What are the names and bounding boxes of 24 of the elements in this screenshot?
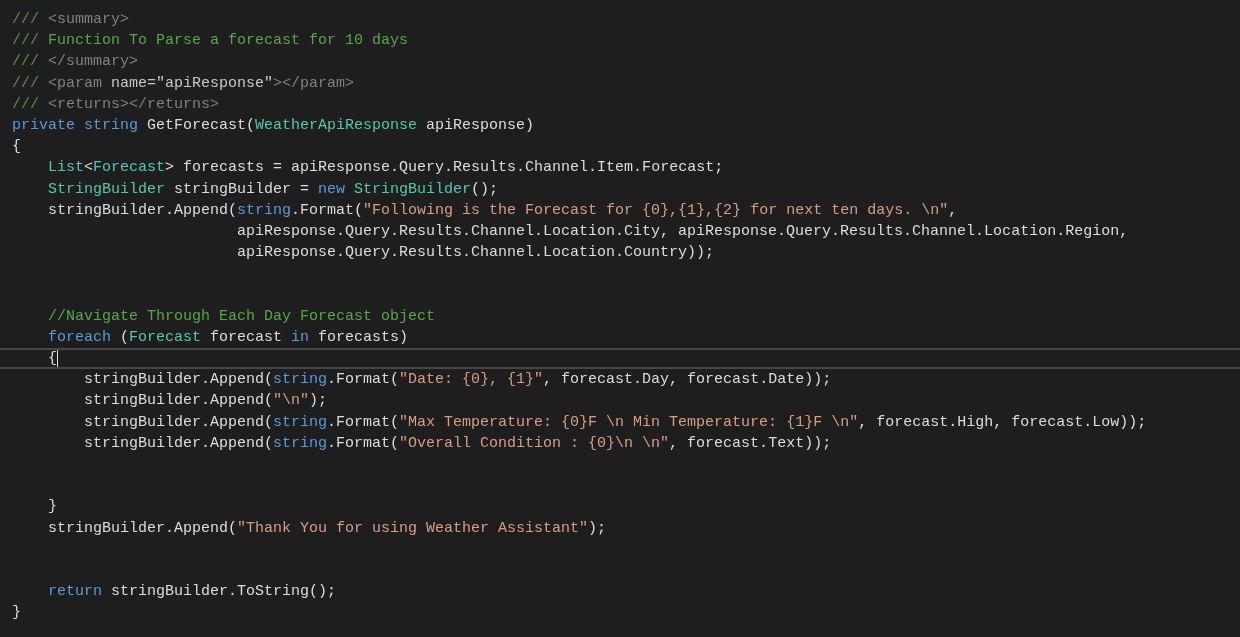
code-line: apiResponse.Query.Results.Channel.Location.City, apiResponse.Query.Results.Channel.Location.Region,: [237, 222, 1129, 240]
code-line: stringBuilder.Append(string.Format("Overall Condition : {0}\n \n", forecast.Text));: [84, 434, 832, 452]
code-line: stringBuilder.Append(string.Format("Following is the Forecast for {0},{1},{2} for next ten days. \n",: [48, 201, 958, 219]
code-line: StringBuilder stringBuilder = new StringBuilder();: [48, 180, 499, 198]
code-line: private string GetForecast(WeatherApiResponse apiResponse): [12, 117, 535, 135]
code-line: /// <summary>: [12, 11, 130, 29]
code-line: //Navigate Through Each Day Forecast object: [48, 307, 436, 325]
code-line: {: [48, 350, 57, 368]
code-line: /// </summary>: [12, 53, 139, 71]
code-line: return stringBuilder.ToString();: [48, 583, 337, 601]
code-line: stringBuilder.Append(string.Format("Date: {0}, {1}", forecast.Day, forecast.Date));: [84, 371, 832, 389]
code-line: /// <returns></returns>: [12, 95, 220, 113]
text-cursor: [57, 350, 58, 368]
code-line: foreach (Forecast forecast in forecasts): [48, 328, 409, 346]
code-line: /// <param name="apiResponse"></param>: [12, 74, 355, 92]
code-line: stringBuilder.Append("Thank You for using Weather Assistant");: [48, 519, 607, 537]
code-line: {: [12, 138, 21, 156]
code-line: stringBuilder.Append("\n");: [84, 392, 328, 410]
code-line: }: [48, 498, 57, 516]
code-line: apiResponse.Query.Results.Channel.Location.Country));: [237, 244, 715, 262]
code-line: stringBuilder.Append(string.Format("Max Temperature: {0}F \n Min Temperature: {1}F \n", forecast.High, forecast.Low));: [84, 413, 1147, 431]
code-line: List<Forecast> forecasts = apiResponse.Query.Results.Channel.Item.Forecast;: [48, 159, 724, 177]
code-line: }: [12, 604, 21, 622]
code-line: /// Function To Parse a forecast for 10 days: [12, 32, 409, 50]
